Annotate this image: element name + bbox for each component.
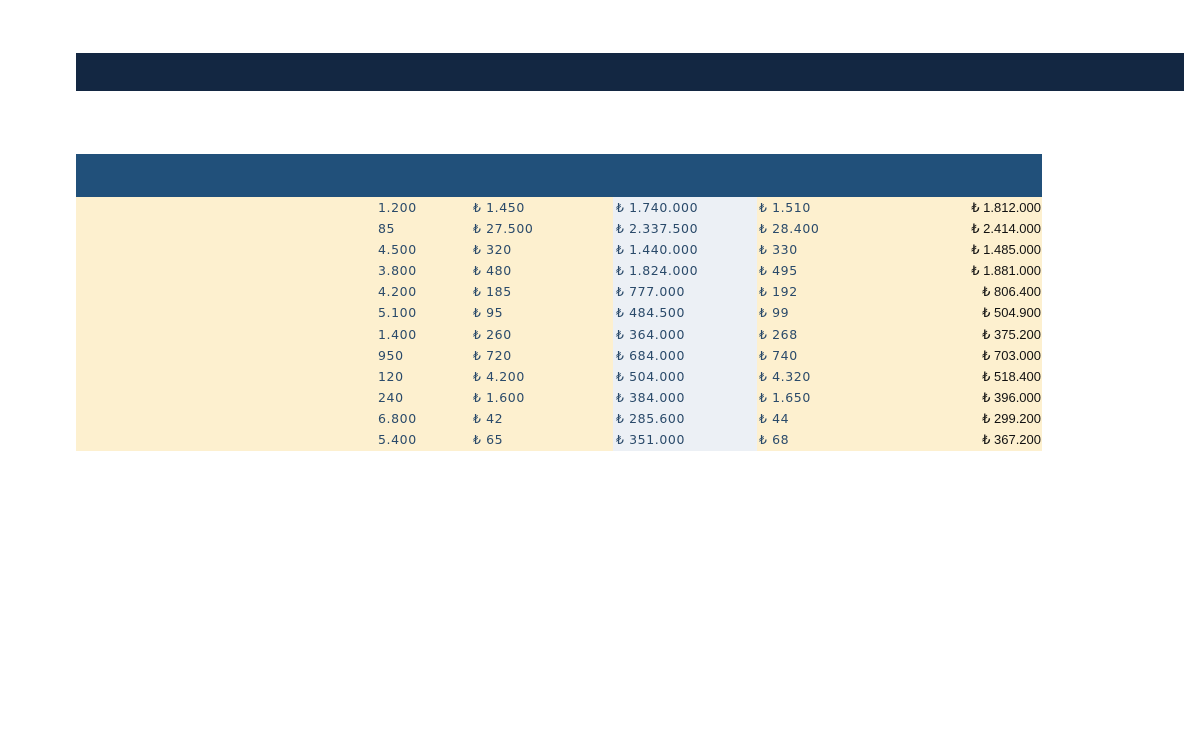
total-cell[interactable]: ₺ 1.740.000 [616, 197, 698, 218]
unit-price-cell[interactable]: ₺ 42 [473, 408, 503, 429]
new-total-cell[interactable]: ₺ 375.200 [982, 324, 1041, 345]
unit-price-cell[interactable]: ₺ 320 [473, 239, 512, 260]
new-total-cell[interactable]: ₺ 1.881.000 [971, 260, 1041, 281]
quantity-cell[interactable]: 5.400 [378, 429, 417, 450]
table-row[interactable]: 5.400 ₺ 65 ₺ 351.000 ₺ 68 ₺ 367.200 [76, 429, 1042, 450]
total-cell[interactable]: ₺ 364.000 [616, 324, 685, 345]
table-row[interactable]: 1.200 ₺ 1.450 ₺ 1.740.000 ₺ 1.510 ₺ 1.81… [76, 197, 1042, 218]
new-price-cell[interactable]: ₺ 330 [759, 239, 798, 260]
table-row[interactable]: 3.800 ₺ 480 ₺ 1.824.000 ₺ 495 ₺ 1.881.00… [76, 260, 1042, 281]
new-total-cell[interactable]: ₺ 504.900 [982, 302, 1041, 323]
quantity-cell[interactable]: 120 [378, 366, 404, 387]
total-cell[interactable]: ₺ 1.440.000 [616, 239, 698, 260]
total-cell[interactable]: ₺ 384.000 [616, 387, 685, 408]
unit-price-cell[interactable]: ₺ 260 [473, 324, 512, 345]
new-price-cell[interactable]: ₺ 4.320 [759, 366, 811, 387]
new-total-cell[interactable]: ₺ 518.400 [982, 366, 1041, 387]
price-sheet: 1.200 ₺ 1.450 ₺ 1.740.000 ₺ 1.510 ₺ 1.81… [76, 154, 1042, 452]
table-row[interactable]: 950 ₺ 720 ₺ 684.000 ₺ 740 ₺ 703.000 [76, 345, 1042, 366]
total-cell[interactable]: ₺ 684.000 [616, 345, 685, 366]
total-cell[interactable]: ₺ 2.337.500 [616, 218, 698, 239]
table-row[interactable]: 85 ₺ 27.500 ₺ 2.337.500 ₺ 28.400 ₺ 2.414… [76, 218, 1042, 239]
table-row[interactable]: 240 ₺ 1.600 ₺ 384.000 ₺ 1.650 ₺ 396.000 [76, 387, 1042, 408]
total-cell[interactable]: ₺ 504.000 [616, 366, 685, 387]
quantity-cell[interactable]: 1.400 [378, 324, 417, 345]
table-row[interactable]: 6.800 ₺ 42 ₺ 285.600 ₺ 44 ₺ 299.200 [76, 408, 1042, 429]
quantity-cell[interactable]: 3.800 [378, 260, 417, 281]
new-total-cell[interactable]: ₺ 1.485.000 [971, 239, 1041, 260]
table-header-row [76, 154, 1042, 197]
total-cell[interactable]: ₺ 1.824.000 [616, 260, 698, 281]
unit-price-cell[interactable]: ₺ 27.500 [473, 218, 533, 239]
quantity-cell[interactable]: 240 [378, 387, 404, 408]
quantity-cell[interactable]: 4.500 [378, 239, 417, 260]
unit-price-cell[interactable]: ₺ 185 [473, 281, 512, 302]
table-row[interactable]: 4.500 ₺ 320 ₺ 1.440.000 ₺ 330 ₺ 1.485.00… [76, 239, 1042, 260]
table-row[interactable]: 5.100 ₺ 95 ₺ 484.500 ₺ 99 ₺ 504.900 [76, 302, 1042, 323]
table-body: 1.200 ₺ 1.450 ₺ 1.740.000 ₺ 1.510 ₺ 1.81… [76, 197, 1042, 452]
new-total-cell[interactable]: ₺ 806.400 [982, 281, 1041, 302]
table-row[interactable]: 120 ₺ 4.200 ₺ 504.000 ₺ 4.320 ₺ 518.400 [76, 366, 1042, 387]
table-row[interactable]: 1.400 ₺ 260 ₺ 364.000 ₺ 268 ₺ 375.200 [76, 324, 1042, 345]
quantity-cell[interactable]: 950 [378, 345, 404, 366]
quantity-cell[interactable]: 1.200 [378, 197, 417, 218]
table-row[interactable]: 4.200 ₺ 185 ₺ 777.000 ₺ 192 ₺ 806.400 [76, 281, 1042, 302]
new-total-cell[interactable]: ₺ 367.200 [982, 429, 1041, 450]
new-price-cell[interactable]: ₺ 1.650 [759, 387, 811, 408]
unit-price-cell[interactable]: ₺ 95 [473, 302, 503, 323]
new-price-cell[interactable]: ₺ 495 [759, 260, 798, 281]
new-price-cell[interactable]: ₺ 268 [759, 324, 798, 345]
new-total-cell[interactable]: ₺ 299.200 [982, 408, 1041, 429]
quantity-cell[interactable]: 5.100 [378, 302, 417, 323]
new-price-cell[interactable]: ₺ 1.510 [759, 197, 811, 218]
total-cell[interactable]: ₺ 484.500 [616, 302, 685, 323]
unit-price-cell[interactable]: ₺ 65 [473, 429, 503, 450]
unit-price-cell[interactable]: ₺ 720 [473, 345, 512, 366]
new-price-cell[interactable]: ₺ 99 [759, 302, 789, 323]
total-cell[interactable]: ₺ 351.000 [616, 429, 685, 450]
new-price-cell[interactable]: ₺ 68 [759, 429, 789, 450]
unit-price-cell[interactable]: ₺ 480 [473, 260, 512, 281]
new-price-cell[interactable]: ₺ 740 [759, 345, 798, 366]
unit-price-cell[interactable]: ₺ 1.600 [473, 387, 525, 408]
quantity-cell[interactable]: 6.800 [378, 408, 417, 429]
total-cell[interactable]: ₺ 777.000 [616, 281, 685, 302]
unit-price-cell[interactable]: ₺ 1.450 [473, 197, 525, 218]
new-total-cell[interactable]: ₺ 703.000 [982, 345, 1041, 366]
unit-price-cell[interactable]: ₺ 4.200 [473, 366, 525, 387]
new-total-cell[interactable]: ₺ 1.812.000 [971, 197, 1041, 218]
new-price-cell[interactable]: ₺ 28.400 [759, 218, 819, 239]
quantity-cell[interactable]: 85 [378, 218, 395, 239]
title-bar [76, 53, 1184, 91]
new-total-cell[interactable]: ₺ 2.414.000 [971, 218, 1041, 239]
total-cell[interactable]: ₺ 285.600 [616, 408, 685, 429]
new-price-cell[interactable]: ₺ 44 [759, 408, 789, 429]
new-total-cell[interactable]: ₺ 396.000 [982, 387, 1041, 408]
new-price-cell[interactable]: ₺ 192 [759, 281, 798, 302]
quantity-cell[interactable]: 4.200 [378, 281, 417, 302]
